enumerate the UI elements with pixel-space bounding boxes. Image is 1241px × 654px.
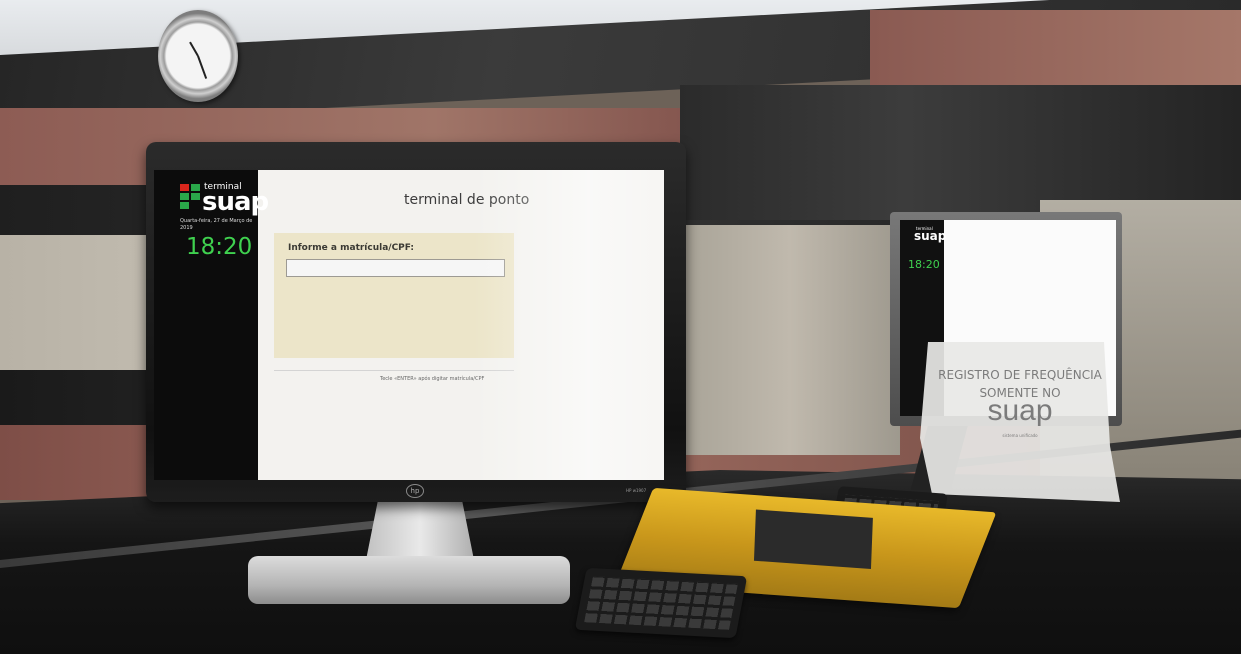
keypad-keys[interactable] xyxy=(584,576,738,630)
matricula-input[interactable] xyxy=(286,259,505,277)
current-date: Quarta-feira, 27 de Março de 2019 xyxy=(180,218,253,231)
wall-granite-panel xyxy=(680,225,900,455)
monitor-stand-neck xyxy=(366,500,474,560)
suap-logo-icon xyxy=(180,184,200,210)
monitor-stand-base xyxy=(248,556,570,604)
current-time: 18:20 xyxy=(186,234,253,260)
small-logo-wordmark: suap xyxy=(914,229,947,243)
logo-green-block xyxy=(180,202,189,209)
terminal-sidebar: terminal suap Quarta-feira, 27 de Março … xyxy=(154,170,269,480)
book-cover-graphic xyxy=(753,509,873,570)
logo-green-block xyxy=(191,193,200,200)
enter-hint: Tecle «ENTER» após digitar matrícula/CPF xyxy=(380,376,485,382)
screen-glare xyxy=(474,170,664,480)
main-monitor-screen: terminal suap Quarta-feira, 27 de Março … xyxy=(154,170,664,480)
logo-wordmark: suap xyxy=(202,187,269,217)
paper-sign: REGISTRO DE FREQUÊNCIA SOMENTE NO suap s… xyxy=(920,342,1120,502)
wall-red-granite-band xyxy=(870,10,1241,90)
monitor-model-label: HP w1907 xyxy=(626,488,647,493)
logo-green-block xyxy=(191,184,200,191)
clock-minute-hand xyxy=(197,55,208,79)
wall-clock xyxy=(158,10,238,102)
logo-red-block xyxy=(180,184,189,191)
clock-hour-hand xyxy=(189,41,199,57)
sign-line-1: REGISTRO DE FREQUÊNCIA xyxy=(938,368,1102,382)
matricula-label: Informe a matrícula/CPF: xyxy=(288,243,415,253)
sign-subtitle: sistema unificado xyxy=(1002,433,1038,438)
small-clock-time: 18:20 xyxy=(908,258,940,271)
numeric-keypad[interactable] xyxy=(574,567,748,639)
main-monitor: terminal suap Quarta-feira, 27 de Março … xyxy=(146,142,686,502)
sign-logo: suap xyxy=(987,394,1053,427)
logo-green-block xyxy=(180,193,189,200)
hp-logo-icon: hp xyxy=(406,484,424,498)
